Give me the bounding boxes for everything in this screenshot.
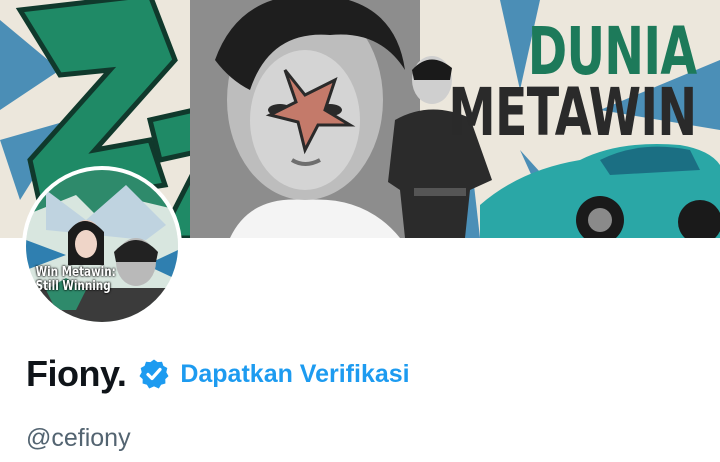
- profile-name-row: Fiony. Dapatkan Verifikasi: [26, 350, 410, 398]
- avatar-artwork: [26, 170, 178, 322]
- profile-handle: @cefiony: [26, 424, 131, 452]
- banner-title: DUNIA METAWIN: [448, 19, 697, 151]
- display-name: Fiony.: [26, 353, 127, 394]
- get-verified-link[interactable]: Dapatkan Verifikasi: [180, 360, 409, 389]
- avatar-caption-line1: Win Metawin:: [35, 265, 116, 280]
- avatar-caption-line2: Still Winning: [35, 278, 111, 294]
- verified-badge-icon[interactable]: [138, 358, 170, 390]
- banner-title-line2: METAWIN: [448, 73, 697, 151]
- avatar-caption: Win Metawin: Still Winning: [26, 266, 148, 293]
- profile-avatar[interactable]: Win Metawin: Still Winning: [22, 166, 182, 326]
